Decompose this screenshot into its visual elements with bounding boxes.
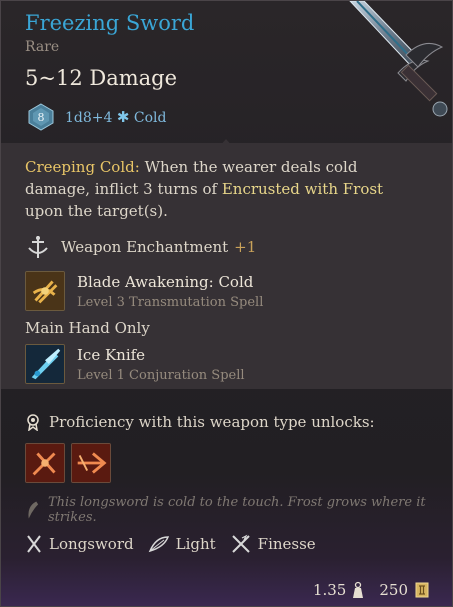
condition-link[interactable]: Encrusted with Frost <box>222 180 383 198</box>
weight-value: 1.35 <box>312 581 347 599</box>
property-finesse[interactable]: Finesse <box>230 534 316 554</box>
item-rarity: Rare <box>25 39 60 55</box>
spell-name-2[interactable]: Ice Knife <box>77 346 145 364</box>
proficiency-icon <box>27 414 39 431</box>
proficiency-action-1-icon[interactable] <box>25 443 65 483</box>
weapon-properties: Longsword Light Finesse <box>25 534 330 554</box>
proficiency-line: Proficiency with this weapon type unlock… <box>25 413 375 431</box>
feather-icon <box>148 536 169 553</box>
spell-subtitle-2: Level 1 Conjuration Spell <box>77 368 245 383</box>
weapon-enchantment-icon <box>28 236 48 258</box>
property-longsword[interactable]: Longsword <box>25 534 134 554</box>
property-label: Light <box>175 535 216 553</box>
property-label: Longsword <box>49 535 134 553</box>
flavor-line: This longsword is cold to the touch. Fro… <box>25 495 452 525</box>
gold-value: 250 <box>379 581 408 599</box>
spell-subtitle-1: Level 3 Transmutation Spell <box>77 295 264 310</box>
property-light[interactable]: Light <box>148 535 216 553</box>
quill-icon <box>28 501 39 519</box>
weight-icon <box>353 581 364 598</box>
blade-awakening-icon[interactable] <box>25 271 65 311</box>
item-tooltip: Freezing Sword Rare 5~12 Damage 8 1d8+4 … <box>0 0 453 607</box>
item-damage: 5~12 Damage <box>25 66 178 90</box>
longsword-icon <box>27 535 41 553</box>
flavor-text: This longsword is cold to the touch. Fro… <box>48 495 426 525</box>
passive-description: Creeping Cold: When the wearer deals col… <box>25 156 425 222</box>
main-hand-only: Main Hand Only <box>25 319 150 337</box>
proficiency-label: Proficiency with this weapon type unlock… <box>49 413 375 431</box>
passive-text-2: upon the target(s). <box>25 202 168 220</box>
ice-knife-icon[interactable] <box>25 344 65 384</box>
gold-coin-icon <box>415 582 429 598</box>
tooltip-header: Freezing Sword Rare 5~12 Damage 8 1d8+4 … <box>1 1 452 141</box>
property-label: Finesse <box>257 535 316 553</box>
enchantment-row: Weapon Enchantment +1 <box>25 234 256 260</box>
d8-die-icon: 8 <box>28 103 54 131</box>
die-label: 8 <box>38 111 45 124</box>
cold-snowflake-icon: ✱ <box>116 108 130 126</box>
passive-title: Creeping Cold: <box>25 158 140 176</box>
enchantment-bonus: +1 <box>234 238 257 256</box>
proficiency-action-2-icon[interactable] <box>71 443 111 483</box>
item-footer: 1.35 250 <box>313 581 430 599</box>
damage-detail: 1d8+4 ✱ Cold <box>65 108 167 126</box>
damage-dice: 1d8+4 <box>65 110 113 126</box>
damage-type: Cold <box>133 110 167 126</box>
enchantment-label: Weapon Enchantment <box>61 238 229 256</box>
finesse-icon <box>231 534 250 553</box>
item-name: Freezing Sword <box>25 11 195 35</box>
spell-name-1[interactable]: Blade Awakening: Cold <box>77 273 253 291</box>
sword-icon <box>349 1 448 117</box>
